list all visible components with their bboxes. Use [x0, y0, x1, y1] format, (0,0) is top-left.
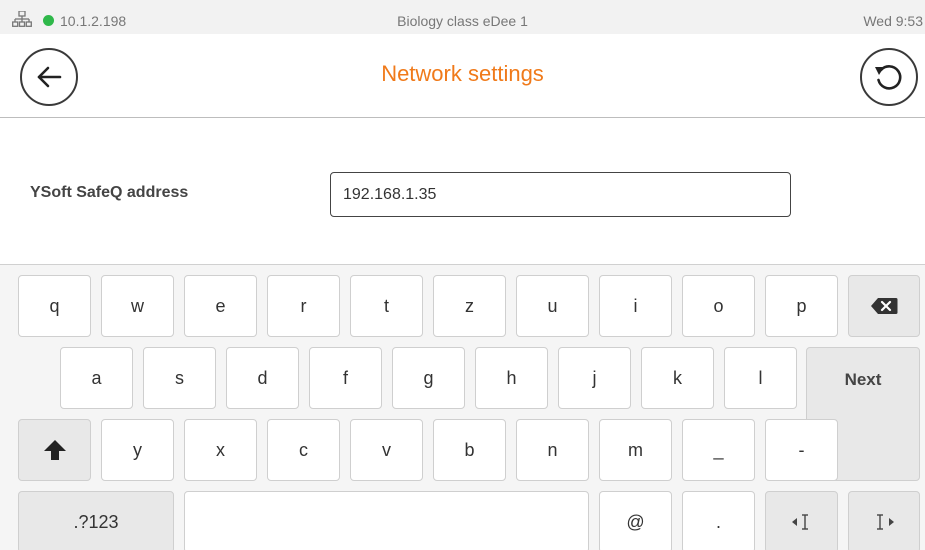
- key-dot[interactable]: .: [682, 491, 755, 550]
- key-w[interactable]: w: [101, 275, 174, 337]
- key-m[interactable]: m: [599, 419, 672, 481]
- key-x[interactable]: x: [184, 419, 257, 481]
- key-t[interactable]: t: [350, 275, 423, 337]
- safeq-address-label: YSoft SafeQ address: [30, 184, 189, 201]
- key-b[interactable]: b: [433, 419, 506, 481]
- key-u[interactable]: u: [516, 275, 589, 337]
- status-bar: 10.1.2.198 Biology class eDee 1 Wed 9:53: [0, 0, 925, 34]
- shift-icon: [43, 440, 66, 460]
- key-k[interactable]: k: [641, 347, 714, 409]
- clock: Wed 9:53: [863, 13, 923, 29]
- key-p[interactable]: p: [765, 275, 838, 337]
- key-d[interactable]: d: [226, 347, 299, 409]
- cursor-left-icon: [791, 514, 808, 530]
- key-v[interactable]: v: [350, 419, 423, 481]
- cursor-right-key[interactable]: [848, 491, 920, 550]
- key-c[interactable]: c: [267, 419, 340, 481]
- key-hyphen[interactable]: -: [765, 419, 838, 481]
- safeq-address-input[interactable]: [330, 172, 791, 217]
- key-h[interactable]: h: [475, 347, 548, 409]
- symbols-key[interactable]: .?123: [18, 491, 174, 550]
- key-r[interactable]: r: [267, 275, 340, 337]
- backspace-icon: [871, 298, 898, 314]
- key-i[interactable]: i: [599, 275, 672, 337]
- key-n[interactable]: n: [516, 419, 589, 481]
- space-key[interactable]: [184, 491, 589, 550]
- key-q[interactable]: q: [18, 275, 91, 337]
- shift-key[interactable]: [18, 419, 91, 481]
- refresh-icon: [875, 65, 902, 90]
- key-a[interactable]: a: [60, 347, 133, 409]
- key-z[interactable]: z: [433, 275, 506, 337]
- on-screen-keyboard: q w e r t z u i o p a s d f g h j k l Ne…: [0, 264, 925, 550]
- key-underscore[interactable]: _: [682, 419, 755, 481]
- cursor-right-icon: [877, 514, 894, 530]
- key-at[interactable]: @: [599, 491, 672, 550]
- key-f[interactable]: f: [309, 347, 382, 409]
- key-o[interactable]: o: [682, 275, 755, 337]
- header: Network settings: [0, 34, 925, 118]
- refresh-button[interactable]: [860, 48, 918, 106]
- key-l[interactable]: l: [724, 347, 797, 409]
- key-j[interactable]: j: [558, 347, 631, 409]
- key-y[interactable]: y: [101, 419, 174, 481]
- key-s[interactable]: s: [143, 347, 216, 409]
- backspace-key[interactable]: [848, 275, 920, 337]
- page-title: Network settings: [381, 61, 544, 86]
- device-name: Biology class eDee 1: [397, 13, 528, 29]
- key-e[interactable]: e: [184, 275, 257, 337]
- cursor-left-key[interactable]: [765, 491, 838, 550]
- key-g[interactable]: g: [392, 347, 465, 409]
